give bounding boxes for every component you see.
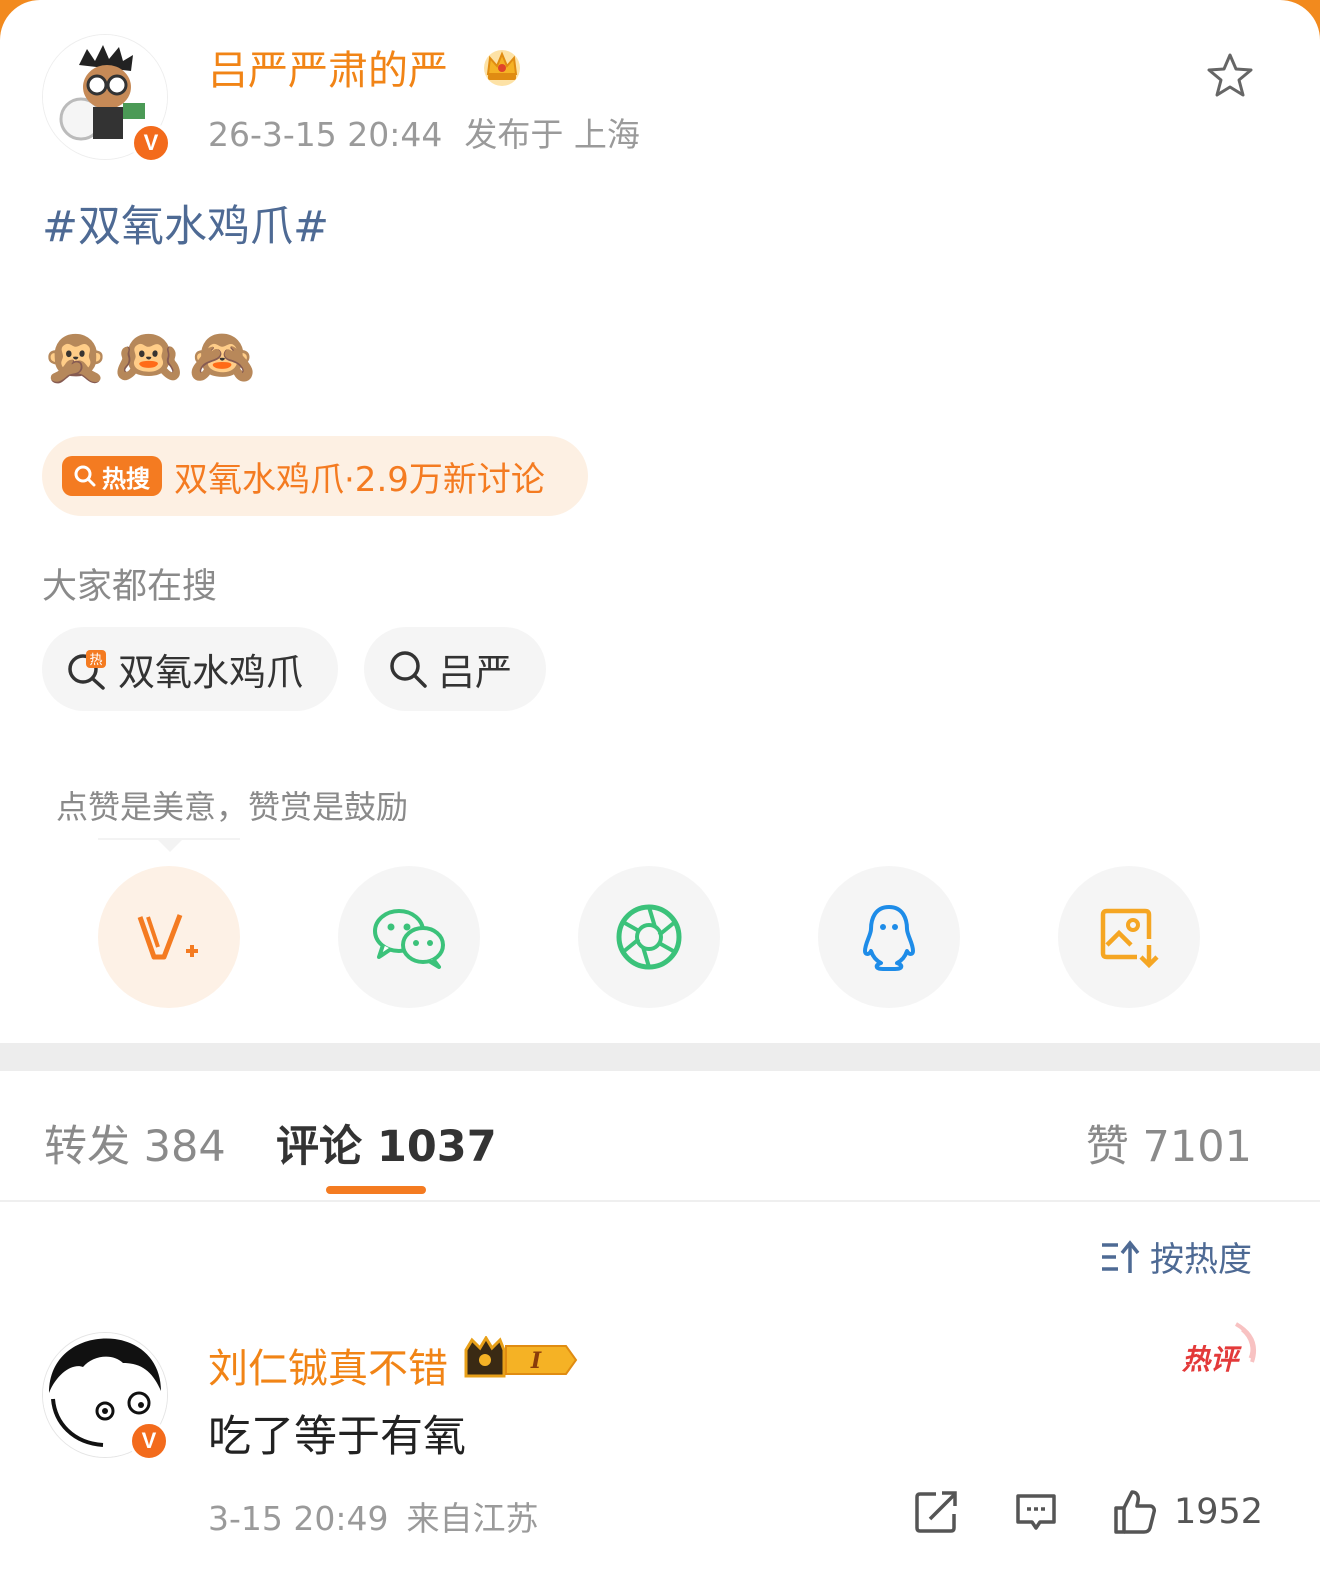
share-wechat-button[interactable] — [338, 866, 480, 1008]
search-chip-hot[interactable]: 热 双氧水鸡爪 — [42, 627, 338, 711]
hot-search-text: 双氧水鸡爪·2.9万新讨论 — [174, 459, 545, 500]
active-tab-indicator — [326, 1186, 426, 1194]
hot-search-tag: 热搜 — [62, 456, 162, 496]
search-icon — [390, 651, 427, 688]
reward-button[interactable] — [98, 866, 240, 1008]
post-card: V 吕严严肃的严 26-3-15 20:44 发布于 上海 #双氧水鸡爪# 🙊🙉🙈… — [0, 0, 1320, 1594]
search-section-label: 大家都在搜 — [42, 567, 218, 607]
share-qq-button[interactable] — [818, 866, 960, 1008]
hot-comment-badge: 热评 — [1180, 1322, 1260, 1382]
comment-location: 来自江苏 — [406, 1499, 539, 1538]
tab-comments[interactable]: 评论 1037 — [276, 1112, 497, 1174]
comment-text: 吃了等于有氧 — [208, 1412, 466, 1462]
tab-likes[interactable]: 赞 7101 — [1086, 1112, 1252, 1174]
author-name[interactable]: 吕严严肃的严 — [208, 38, 448, 96]
sort-button[interactable]: 按热度 — [1100, 1232, 1252, 1281]
crown-icon — [484, 50, 520, 86]
section-divider — [0, 1043, 1320, 1071]
share-moments-button[interactable] — [578, 866, 720, 1008]
tab-repost[interactable]: 转发 384 — [44, 1112, 226, 1174]
tab-separator — [0, 1200, 1320, 1202]
repost-icon[interactable] — [912, 1488, 960, 1536]
qq-icon — [863, 905, 915, 971]
comment-icon[interactable] — [1012, 1488, 1060, 1536]
save-image-icon — [1100, 908, 1159, 969]
hot-search-icon: 热 — [68, 650, 106, 690]
verified-badge: V — [131, 123, 171, 163]
post-emojis: 🙊🙉🙈 — [42, 325, 262, 388]
search-chip[interactable]: 吕严 — [364, 627, 546, 711]
comment-like-count: 1952 — [1174, 1492, 1264, 1532]
post-date: 26-3-15 20:44 — [208, 115, 443, 154]
favorite-star-icon[interactable] — [1204, 50, 1256, 102]
post-meta: 26-3-15 20:44 发布于 上海 — [208, 108, 640, 156]
author-avatar[interactable]: V — [42, 34, 171, 163]
search-chip-label: 吕严 — [438, 651, 512, 694]
sort-icon — [1102, 1239, 1140, 1273]
post-location: 发布于 上海 — [464, 115, 640, 154]
verified-badge: V — [129, 1421, 169, 1461]
hot-search-tag-label: 热搜 — [102, 464, 150, 493]
wechat-icon — [373, 909, 445, 969]
search-icon — [74, 465, 96, 487]
comment-meta: 3-15 20:49 来自江苏 — [208, 1492, 539, 1540]
commenter-name[interactable]: 刘仁铖真不错 — [208, 1336, 448, 1394]
search-chip-label: 双氧水鸡爪 — [118, 651, 303, 694]
tip-arrow — [156, 838, 184, 852]
member-level-badge-icon: I — [464, 1336, 578, 1378]
commenter-avatar[interactable]: V — [42, 1332, 169, 1461]
hot-comment-label: 热评 — [1182, 1343, 1239, 1376]
post-hashtag[interactable]: #双氧水鸡爪# — [42, 192, 329, 254]
moments-icon — [616, 904, 682, 970]
comment-date: 3-15 20:49 — [208, 1499, 389, 1538]
hot-search-pill[interactable]: 热搜 双氧水鸡爪·2.9万新讨论 — [42, 436, 588, 516]
sort-label: 按热度 — [1150, 1240, 1252, 1280]
svg-text:热: 热 — [89, 653, 102, 668]
save-image-button[interactable] — [1058, 866, 1200, 1008]
like-icon[interactable] — [1110, 1488, 1158, 1536]
reward-tip: 点赞是美意，赞赏是鼓励 — [56, 788, 409, 826]
member-level-text: I — [530, 1348, 542, 1374]
reward-v-plus-icon — [137, 914, 198, 960]
